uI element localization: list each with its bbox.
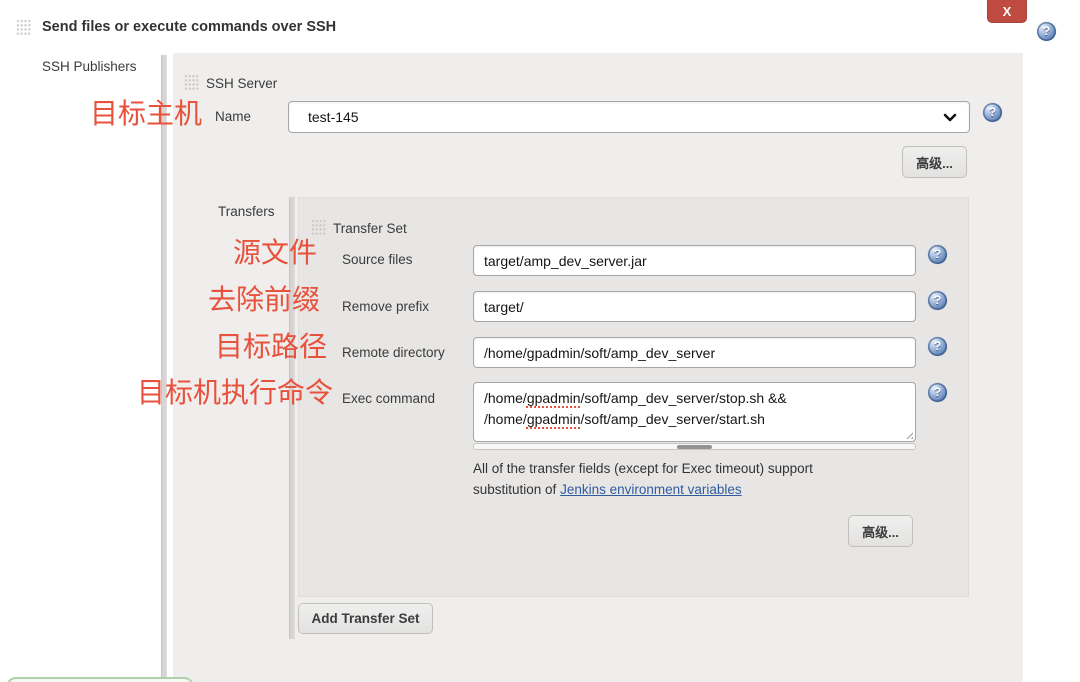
transfer-set-title: Transfer Set (333, 221, 407, 236)
misspelled-word: gpadmin (527, 411, 581, 427)
exec-text: /home/ (484, 411, 527, 427)
ssh-publishers-label: SSH Publishers (42, 59, 137, 74)
scrollbar-thumb[interactable] (677, 445, 712, 449)
jenkins-env-vars-link[interactable]: Jenkins environment variables (560, 482, 742, 497)
add-transfer-set-button[interactable]: Add Transfer Set (298, 603, 433, 634)
remote-directory-label: Remote directory (342, 345, 445, 360)
remove-prefix-label: Remove prefix (342, 299, 429, 314)
transfer-note-line1: All of the transfer fields (except for E… (473, 461, 813, 476)
help-icon[interactable]: ? (983, 103, 1002, 122)
advanced-button[interactable]: 高级... (848, 515, 913, 547)
name-select[interactable]: test-145 (288, 101, 970, 133)
drag-grip-icon[interactable] (16, 19, 31, 36)
name-label: Name (215, 109, 251, 124)
annotation-remove-prefix: 去除前缀 (208, 285, 320, 315)
annotation-exec-command: 目标机执行命令 (137, 378, 333, 408)
exec-command-line2: /home/gpadmin/soft/amp_dev_server/start.… (484, 409, 905, 430)
help-icon[interactable]: ? (1037, 22, 1056, 41)
annotation-target-host: 目标主机 (90, 99, 202, 129)
resize-handle-icon[interactable] (903, 429, 913, 439)
source-files-input[interactable] (473, 245, 916, 276)
misspelled-word: gpadmin (527, 390, 581, 406)
drag-grip-icon[interactable] (184, 74, 199, 91)
help-icon[interactable]: ? (928, 291, 947, 310)
help-icon[interactable]: ? (928, 337, 947, 356)
exec-command-textarea[interactable]: /home/gpadmin/soft/amp_dev_server/stop.s… (473, 382, 916, 442)
page-title: Send files or execute commands over SSH (42, 19, 336, 35)
ssh-server-title: SSH Server (206, 76, 277, 91)
source-files-label: Source files (342, 252, 413, 267)
bottom-left-peek-box (6, 677, 194, 682)
exec-command-label: Exec command (342, 391, 435, 406)
transfer-note-line2: substitution of Jenkins environment vari… (473, 482, 742, 497)
help-icon[interactable]: ? (928, 383, 947, 402)
note-prefix: substitution of (473, 482, 560, 497)
ssh-publish-config-page: Send files or execute commands over SSH … (0, 0, 1080, 682)
remote-directory-input[interactable] (473, 337, 916, 368)
exec-text: /home/ (484, 390, 527, 406)
annotation-source-files: 源文件 (233, 238, 317, 268)
exec-text: /soft/amp_dev_server/stop.sh && (581, 390, 787, 406)
section-divider (161, 55, 167, 682)
exec-command-line1: /home/gpadmin/soft/amp_dev_server/stop.s… (484, 388, 905, 409)
annotation-target-path: 目标路径 (215, 332, 327, 362)
remove-prefix-input[interactable] (473, 291, 916, 322)
transfers-label: Transfers (218, 204, 275, 219)
drag-grip-icon[interactable] (311, 219, 326, 236)
close-button[interactable]: X (987, 0, 1027, 23)
advanced-button[interactable]: 高级... (902, 146, 967, 178)
chevron-down-icon (943, 113, 957, 122)
help-icon[interactable]: ? (928, 245, 947, 264)
exec-text: /soft/amp_dev_server/start.sh (581, 411, 765, 427)
name-select-value: test-145 (289, 109, 943, 125)
